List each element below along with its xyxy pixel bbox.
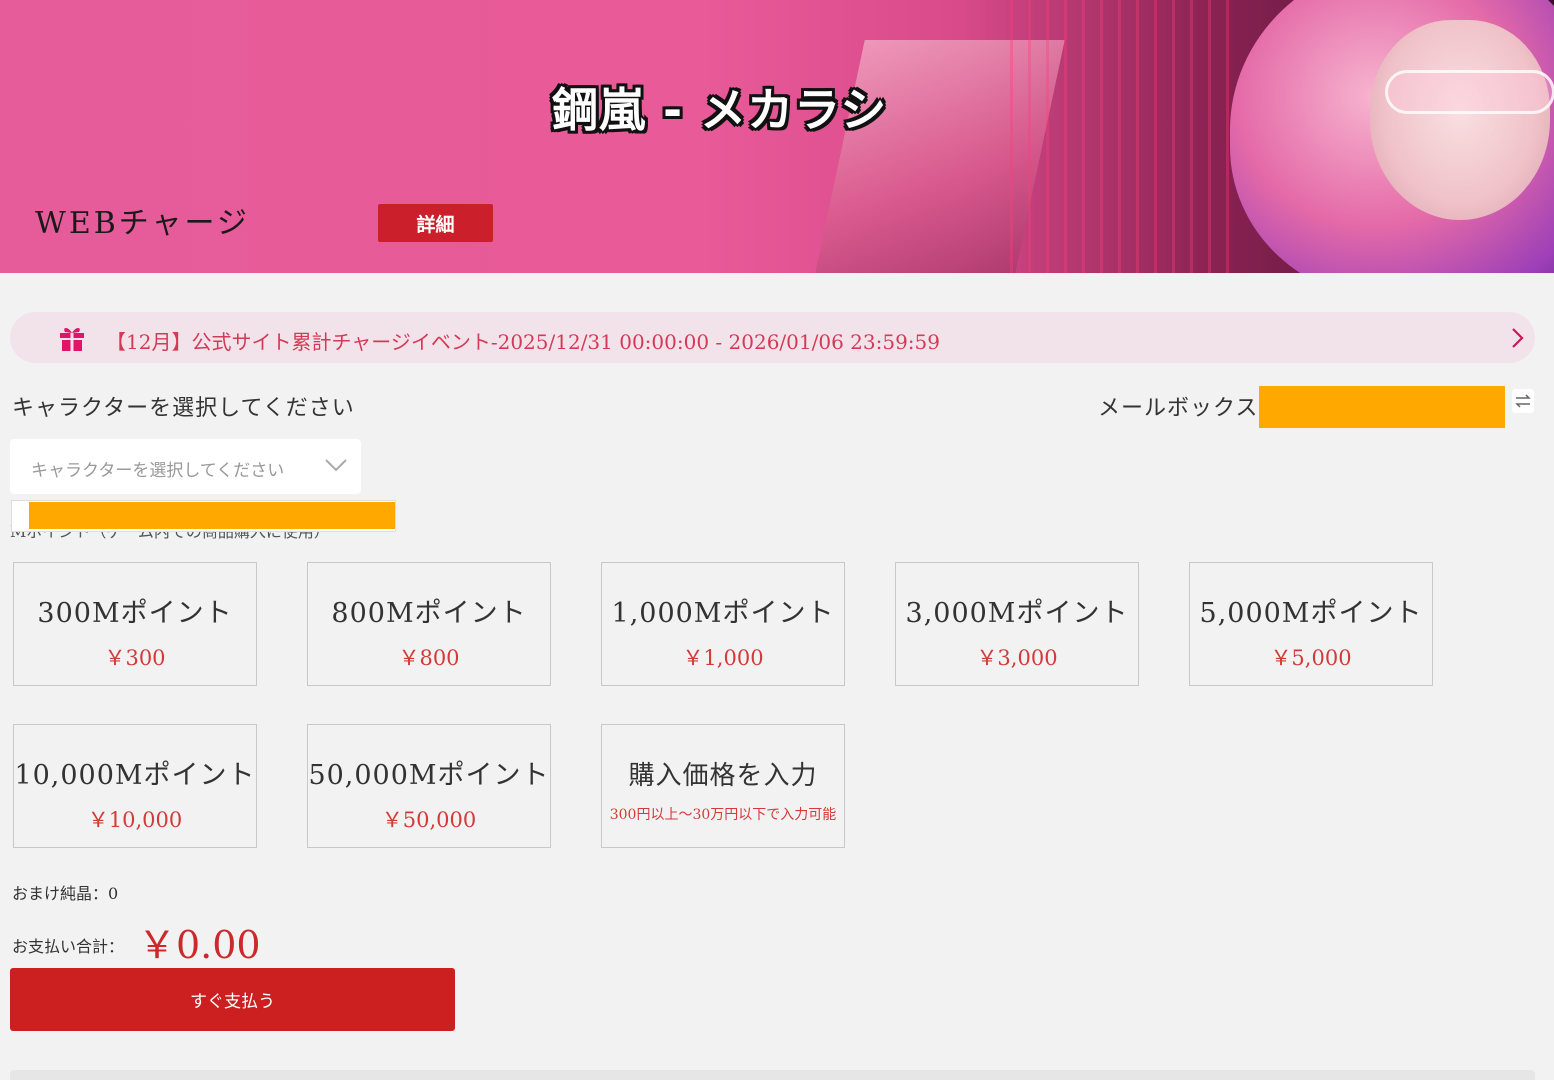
character-name-redacted <box>29 502 395 529</box>
character-label: キャラクターを選択してください <box>12 396 355 421</box>
page-title: WEBチャージ <box>35 206 250 241</box>
total-amount: ￥0.00 <box>138 923 261 967</box>
custom-option-title: 購入価格を入力 <box>628 761 818 791</box>
option-5000m[interactable]: 5,000Mポイント ￥5,000 <box>1189 562 1433 686</box>
mailbox-value-redacted <box>1259 386 1505 428</box>
option-price: ￥50,000 <box>381 808 477 832</box>
option-800m[interactable]: 800Mポイント ￥800 <box>307 562 551 686</box>
gift-icon <box>60 328 84 351</box>
option-price: ￥1,000 <box>682 646 764 670</box>
option-300m[interactable]: 300Mポイント ￥300 <box>13 562 257 686</box>
event-banner-link[interactable]: 【12月】公式サイト累計チャージイベント-2025/12/31 00:00:00… <box>10 312 1535 363</box>
option-1000m[interactable]: 1,000Mポイント ￥1,000 <box>601 562 845 686</box>
option-price: ￥3,000 <box>976 646 1058 670</box>
option-custom-amount[interactable]: 購入価格を入力 300円以上〜30万円以下で入力可能 <box>601 724 845 848</box>
character-select-placeholder: キャラクターを選択してください <box>31 461 285 481</box>
option-title: 3,000Mポイント <box>905 598 1129 629</box>
option-title: 1,000Mポイント <box>611 598 835 629</box>
option-title: 50,000Mポイント <box>308 760 550 791</box>
character-dropdown-option[interactable] <box>11 500 396 532</box>
banner-neon-lights <box>1010 0 1230 273</box>
option-3000m[interactable]: 3,000Mポイント ￥3,000 <box>895 562 1139 686</box>
option-title: 300Mポイント <box>37 598 233 629</box>
mailbox-label: メールボックス: <box>1098 396 1267 421</box>
option-title: 10,000Mポイント <box>14 760 256 791</box>
option-price: ￥10,000 <box>87 808 183 832</box>
chevron-right-icon[interactable] <box>1508 326 1528 350</box>
custom-option-note: 300円以上〜30万円以下で入力可能 <box>609 807 837 823</box>
event-description: 【12月】公式サイト累計チャージイベント-2025/12/31 00:00:00… <box>106 330 940 354</box>
option-10000m[interactable]: 10,000Mポイント ￥10,000 <box>13 724 257 848</box>
detail-button[interactable]: 詳細 <box>378 204 493 242</box>
option-price: ￥5,000 <box>1270 646 1352 670</box>
option-title: 5,000Mポイント <box>1199 598 1423 629</box>
bonus-crystal-count: おまけ純晶：0 <box>12 884 119 903</box>
pay-now-button[interactable]: すぐ支払う <box>10 968 455 1031</box>
banner-character-visor <box>1385 70 1554 114</box>
hero-banner: 鋼嵐 - メカラシ WEBチャージ 詳細 <box>0 0 1554 273</box>
option-50000m[interactable]: 50,000Mポイント ￥50,000 <box>307 724 551 848</box>
option-price: ￥300 <box>104 646 166 670</box>
chevron-down-icon <box>325 459 347 472</box>
character-select[interactable]: キャラクターを選択してください <box>10 439 361 494</box>
option-price: ￥800 <box>398 646 460 670</box>
option-title: 800Mポイント <box>331 598 527 629</box>
total-label: お支払い合計： <box>12 937 125 956</box>
footer-section-edge <box>10 1070 1535 1080</box>
game-logo-title: 鋼嵐 - メカラシ <box>552 83 888 137</box>
banner-character-face <box>1370 20 1550 220</box>
switch-account-icon[interactable] <box>1512 389 1534 413</box>
